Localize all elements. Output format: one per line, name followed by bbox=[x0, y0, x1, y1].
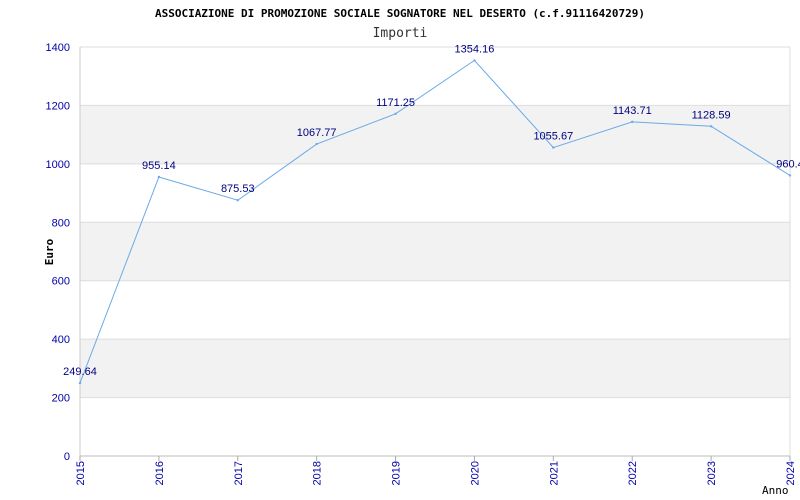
x-axis-title: Anno bbox=[762, 484, 789, 497]
data-label: 1171.25 bbox=[376, 97, 415, 109]
data-point bbox=[473, 59, 476, 62]
data-label: 1055.67 bbox=[533, 131, 573, 143]
data-point bbox=[157, 175, 161, 179]
data-label: 955.14 bbox=[142, 160, 176, 172]
data-point bbox=[552, 146, 555, 149]
data-label: 1067.77 bbox=[297, 127, 337, 139]
y-tick-label: 1000 bbox=[46, 159, 70, 171]
data-label: 1143.71 bbox=[613, 105, 652, 117]
grid-band bbox=[80, 339, 790, 398]
data-point bbox=[78, 381, 82, 385]
chart-title: ASSOCIAZIONE DI PROMOZIONE SOCIALE SOGNA… bbox=[155, 7, 645, 20]
data-label: 1128.59 bbox=[692, 109, 731, 121]
x-tick-label: 2017 bbox=[233, 461, 245, 485]
data-label: 875.53 bbox=[221, 183, 255, 195]
y-tick-label: 1200 bbox=[46, 100, 70, 112]
y-tick-label: 200 bbox=[52, 393, 70, 405]
data-label: 249.64 bbox=[63, 366, 97, 378]
y-tick-label: 0 bbox=[64, 451, 70, 463]
y-tick-label: 400 bbox=[52, 334, 70, 346]
x-tick-label: 2015 bbox=[75, 461, 87, 485]
data-label: 960.4 bbox=[776, 158, 800, 170]
data-point bbox=[315, 142, 318, 146]
line-chart: 0200400600800100012001400 2015 2016 2017 20… bbox=[43, 7, 800, 497]
x-tick-label: 2020 bbox=[469, 461, 481, 485]
y-axis-title: Euro bbox=[43, 238, 56, 265]
y-tick-label: 600 bbox=[52, 276, 70, 288]
x-tick-label: 2024 bbox=[785, 461, 797, 485]
x-tick-label: 2023 bbox=[706, 461, 718, 485]
data-label: 1354.16 bbox=[455, 43, 495, 55]
data-point bbox=[631, 120, 634, 124]
x-tick-label: 2022 bbox=[627, 461, 639, 485]
chart-subtitle: Importi bbox=[373, 26, 428, 41]
x-tick-labels: 2015 2016 2017 2018 2019 2020 2021 2022 2023 2024 bbox=[75, 461, 797, 485]
grid-band bbox=[80, 222, 790, 281]
data-point bbox=[394, 112, 397, 116]
data-labels: 249.64 955.14 875.53 1067.77 1171.25 1354.16 1… bbox=[63, 43, 800, 378]
background-bands bbox=[80, 105, 790, 398]
x-tick-label: 2016 bbox=[154, 461, 166, 485]
x-tick-label: 2019 bbox=[391, 461, 403, 485]
data-point bbox=[709, 125, 713, 128]
data-point bbox=[236, 199, 239, 202]
grid-band bbox=[80, 105, 790, 164]
data-point bbox=[788, 174, 792, 177]
y-tick-label: 800 bbox=[52, 217, 70, 229]
y-tick-label: 1400 bbox=[46, 42, 70, 54]
x-tick-label: 2021 bbox=[548, 461, 560, 485]
x-tick-label: 2018 bbox=[312, 461, 324, 485]
